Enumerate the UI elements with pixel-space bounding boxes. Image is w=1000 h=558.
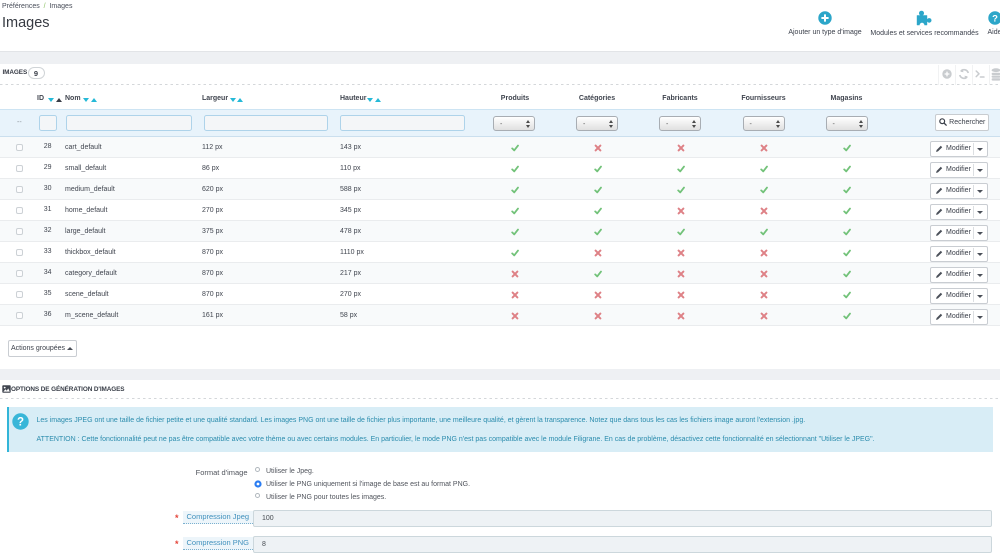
svg-text:?: ? bbox=[17, 417, 24, 429]
svg-text:?: ? bbox=[992, 13, 998, 24]
